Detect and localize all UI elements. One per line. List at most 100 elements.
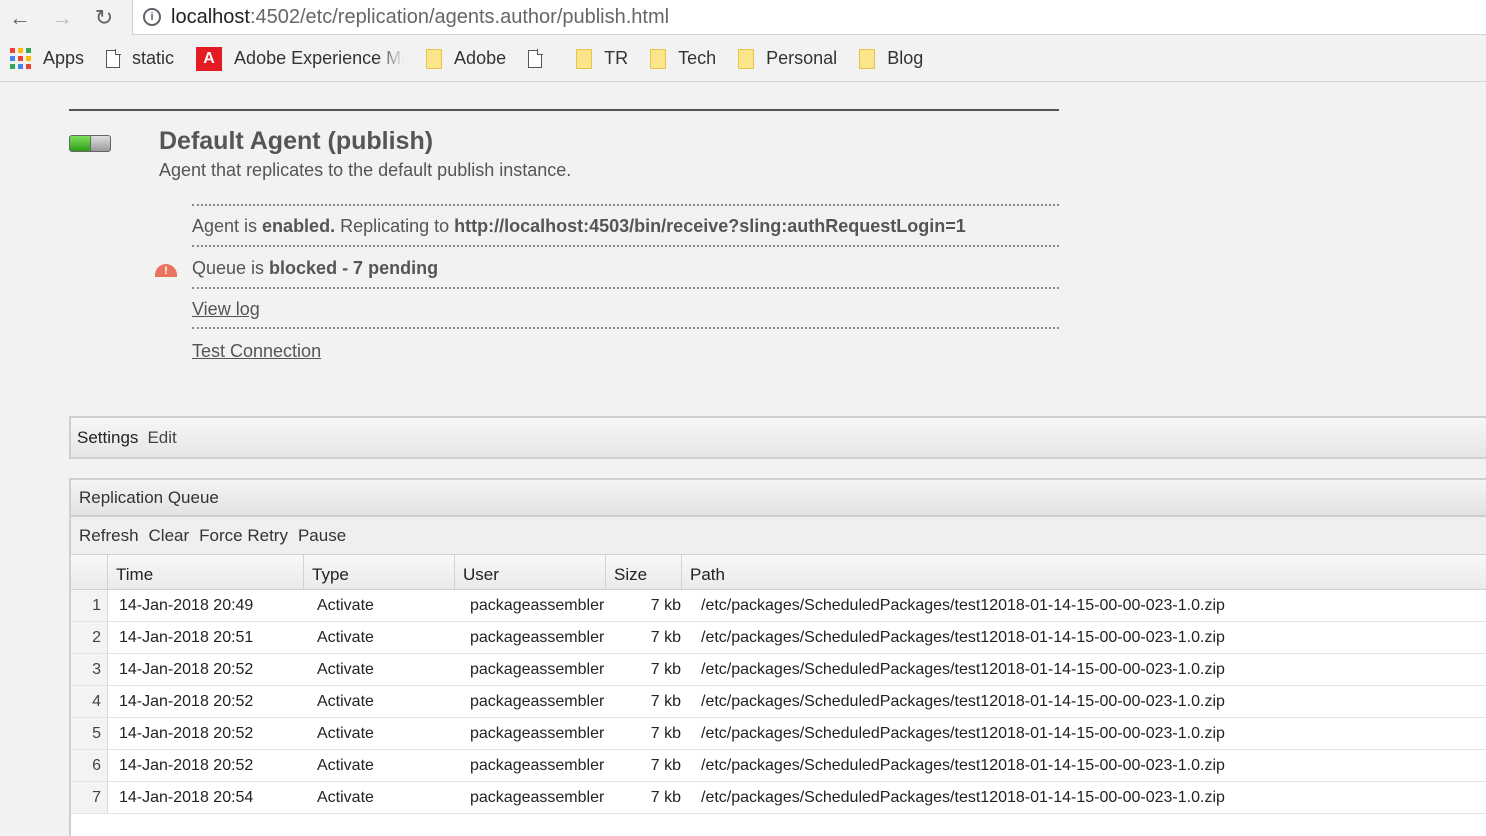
forward-arrow-icon[interactable]: →: [48, 4, 76, 32]
table-row[interactable]: 5 14-Jan-2018 20:52 Activate packageassembl…: [71, 718, 1486, 750]
cell-path: /etc/packages/ScheduledPackages/test1201…: [701, 629, 1225, 646]
status-value: enabled.: [262, 216, 336, 236]
table-row[interactable]: 4 14-Jan-2018 20:52 Activate packageassembl…: [71, 686, 1486, 718]
url-path: :4502/etc/replication/agents.author/publ…: [249, 5, 670, 28]
bookmark-tech[interactable]: Tech: [650, 48, 716, 69]
header-divider: [69, 109, 1059, 111]
bookmark-adobe-experience-manager[interactable]: A Adobe Experience Ma: [196, 46, 404, 71]
replication-queue-header: Replication Queue: [69, 478, 1486, 517]
address-bar[interactable]: i localhost:4502/etc/replication/agents.…: [132, 0, 1486, 35]
warning-icon: !: [155, 264, 177, 277]
url-host: localhost: [171, 5, 250, 28]
cell-size: 7 kb: [650, 661, 681, 678]
pause-button[interactable]: Pause: [298, 526, 346, 546]
table-row[interactable]: 7 14-Jan-2018 20:54 Activate packageassembl…: [71, 782, 1486, 814]
bookmark-label: Apps: [43, 48, 85, 68]
queue-status-value: blocked - 7 pending: [269, 258, 439, 278]
cell-time: 14-Jan-2018 20:54: [119, 789, 254, 806]
bookmark-adobe[interactable]: Adobe: [426, 48, 506, 69]
bookmark-static[interactable]: static: [106, 48, 174, 69]
row-number: 4: [71, 686, 108, 717]
cell-size: 7 kb: [650, 597, 681, 614]
cell-path: /etc/packages/ScheduledPackages/test1201…: [701, 693, 1225, 710]
cell-time: 14-Jan-2018 20:51: [119, 629, 254, 646]
adobe-logo-icon: A: [196, 46, 223, 71]
document-icon: [106, 48, 121, 68]
queue-toolbar: Refresh Clear Force Retry Pause: [69, 517, 1486, 555]
apps-grid-icon: [10, 48, 31, 69]
agent-title: Default Agent (publish): [159, 127, 434, 155]
cell-size: 7 kb: [650, 629, 681, 646]
cell-size: 7 kb: [650, 725, 681, 742]
cell-type: Activate: [317, 757, 374, 774]
edit-settings-button[interactable]: Edit: [147, 428, 176, 448]
table-row[interactable]: 3 14-Jan-2018 20:52 Activate packageassembl…: [71, 654, 1486, 686]
table-header: Time Type User Size Path: [71, 555, 1486, 590]
cell-user: packageassembler: [470, 629, 605, 646]
cell-path: /etc/packages/ScheduledPackages/test1201…: [701, 661, 1225, 678]
bookmark-personal[interactable]: Personal: [738, 48, 837, 69]
agent-enabled-toggle[interactable]: [69, 135, 111, 152]
bookmark-label: Personal: [766, 48, 838, 68]
row-number: 6: [71, 750, 108, 781]
column-user[interactable]: User: [455, 555, 606, 589]
queue-table: Time Type User Size Path 1 14-Jan-2018 20…: [69, 555, 1486, 836]
force-retry-button[interactable]: Force Retry: [199, 526, 288, 546]
refresh-button[interactable]: Refresh: [79, 526, 139, 546]
document-icon: [528, 48, 543, 68]
cell-type: Activate: [317, 597, 374, 614]
replication-url: http://localhost:4503/bin/receive?sling:…: [454, 216, 966, 236]
cell-path: /etc/packages/ScheduledPackages/test1201…: [701, 597, 1225, 614]
divider: [192, 204, 1059, 206]
bookmark-tr[interactable]: TR: [576, 48, 628, 69]
divider: [192, 245, 1059, 247]
column-size[interactable]: Size: [606, 555, 682, 589]
bookmark-label: static: [132, 48, 175, 68]
cell-user: packageassembler: [470, 757, 605, 774]
cell-user: packageassembler: [470, 693, 605, 710]
bookmark-untitled[interactable]: [528, 48, 554, 68]
column-type[interactable]: Type: [304, 555, 455, 589]
cell-type: Activate: [317, 789, 374, 806]
cell-type: Activate: [317, 661, 374, 678]
test-connection-link[interactable]: Test Connection: [192, 341, 321, 362]
table-row[interactable]: 1 14-Jan-2018 20:49 Activate packageassembl…: [71, 590, 1486, 622]
cell-type: Activate: [317, 693, 374, 710]
info-icon[interactable]: i: [143, 8, 161, 26]
divider: [192, 327, 1059, 329]
row-number: 7: [71, 782, 108, 813]
cell-user: packageassembler: [470, 597, 605, 614]
view-log-link[interactable]: View log: [192, 299, 260, 320]
bookmark-label: Adobe: [454, 48, 507, 68]
folder-icon: [576, 48, 593, 69]
status-prefix: Agent is: [192, 216, 263, 236]
folder-icon: [650, 48, 667, 69]
row-number: 3: [71, 654, 108, 685]
cell-time: 14-Jan-2018 20:52: [119, 693, 254, 710]
folder-icon: [859, 48, 876, 69]
column-path[interactable]: Path: [682, 555, 1486, 589]
divider: [192, 287, 1059, 289]
cell-size: 7 kb: [650, 757, 681, 774]
folder-icon: [738, 48, 755, 69]
cell-path: /etc/packages/ScheduledPackages/test1201…: [701, 789, 1225, 806]
bookmark-label: Tech: [678, 48, 717, 68]
reload-icon[interactable]: ↻: [90, 4, 118, 32]
row-number: 2: [71, 622, 108, 653]
table-row[interactable]: 2 14-Jan-2018 20:51 Activate packageassembl…: [71, 622, 1486, 654]
replicating-label: Replicating to: [335, 216, 455, 236]
row-number: 1: [71, 590, 108, 621]
back-arrow-icon[interactable]: ←: [6, 4, 34, 32]
bookmark-blog[interactable]: Blog: [859, 48, 923, 69]
table-row[interactable]: 6 14-Jan-2018 20:52 Activate packageassembl…: [71, 750, 1486, 782]
bookmark-apps[interactable]: Apps: [10, 48, 84, 69]
url-text[interactable]: localhost:4502/etc/replication/agents.au…: [171, 6, 669, 29]
row-number: 5: [71, 718, 108, 749]
clear-button[interactable]: Clear: [149, 526, 190, 546]
bookmark-label: TR: [604, 48, 629, 68]
cell-size: 7 kb: [650, 789, 681, 806]
cell-user: packageassembler: [470, 661, 605, 678]
column-time[interactable]: Time: [108, 555, 304, 589]
bookmarks-bar: Apps static A Adobe Experience Ma Adobe …: [0, 36, 1486, 82]
header-rownum: [71, 555, 108, 589]
